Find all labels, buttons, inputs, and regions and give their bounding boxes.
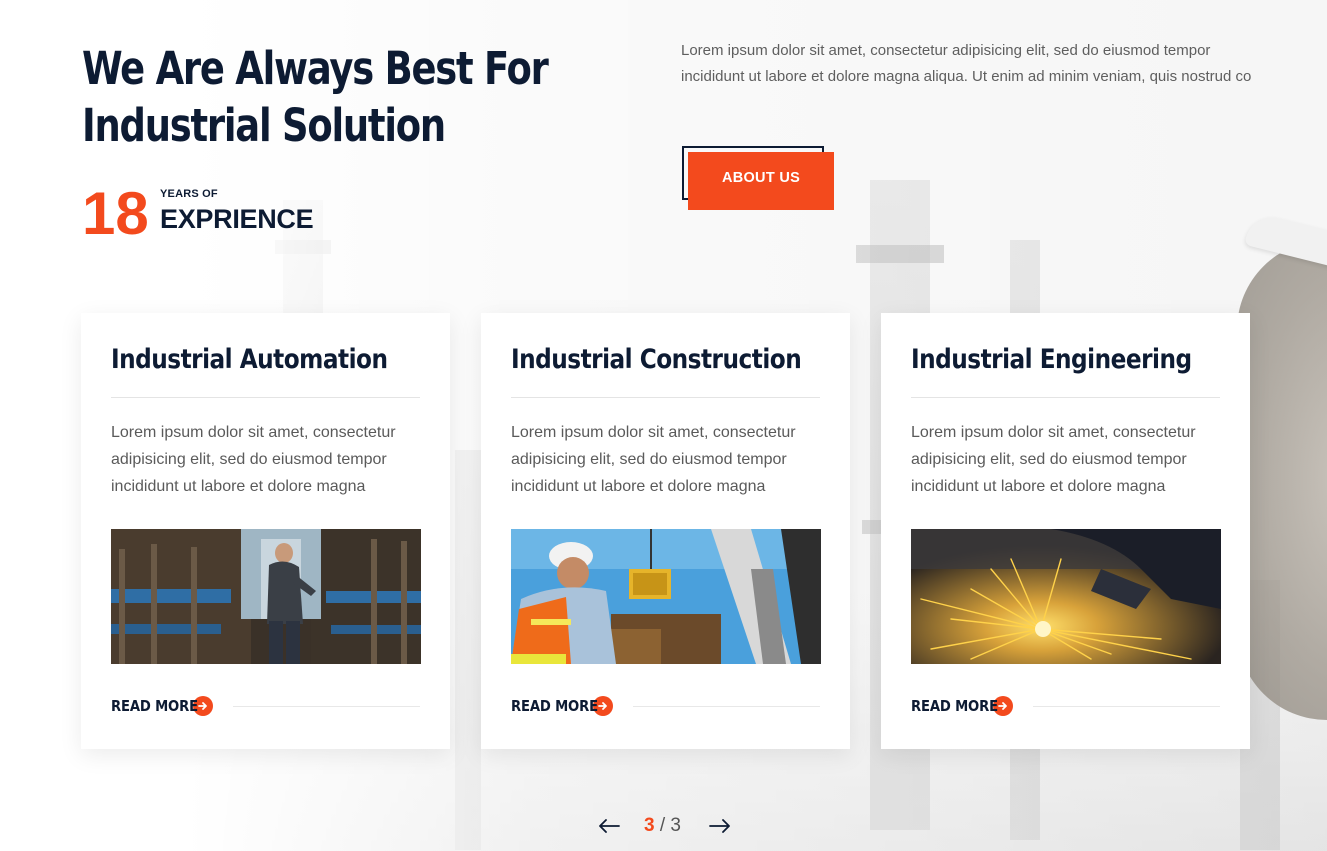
card-footer-line — [633, 705, 820, 707]
card-footer-line — [233, 705, 420, 707]
carousel-pager: 3 / 3 — [596, 812, 733, 840]
card-footer: READ MORE — [111, 695, 420, 717]
hero-title-line-2: Industrial Solution — [82, 99, 446, 152]
hero-title: We Are Always Best For Industrial Soluti… — [82, 40, 549, 154]
card-divider — [111, 397, 420, 398]
read-more-label: READ MORE — [911, 697, 998, 715]
intro-paragraph: Lorem ipsum dolor sit amet, consectetur … — [681, 42, 1252, 85]
service-card-engineering: Industrial Engineering Lorem ipsum dolor… — [881, 313, 1250, 749]
card-divider — [911, 397, 1220, 398]
card-title: Industrial Automation — [111, 344, 388, 375]
service-card-automation: Industrial Automation Lorem ipsum dolor … — [81, 313, 450, 749]
read-more-link[interactable]: READ MORE — [511, 696, 613, 716]
card-image-welding-sparks — [911, 529, 1221, 664]
arrow-right-icon[interactable] — [707, 813, 733, 839]
read-more-link[interactable]: READ MORE — [911, 696, 1013, 716]
read-more-link[interactable]: READ MORE — [111, 696, 213, 716]
experience-caption: YEARS OF — [160, 188, 218, 200]
card-title: Industrial Construction — [511, 344, 802, 375]
service-card-construction: Industrial Construction Lorem ipsum dolo… — [481, 313, 850, 749]
read-more-label: READ MORE — [511, 697, 598, 715]
card-footer: READ MORE — [511, 695, 820, 717]
hero-title-line-1: We Are Always Best For — [82, 42, 549, 95]
experience-label: EXPRIENCE — [160, 204, 314, 234]
card-description: Lorem ipsum dolor sit amet, consectetur … — [111, 424, 396, 495]
card-image-construction-worker — [511, 529, 821, 664]
pager-counter: 3 / 3 — [644, 815, 681, 837]
card-description: Lorem ipsum dolor sit amet, consectetur … — [511, 424, 796, 495]
pager-separator: / — [654, 815, 671, 836]
card-title: Industrial Engineering — [911, 344, 1192, 375]
card-image-factory-worker — [111, 529, 421, 664]
pager-total: 3 — [670, 815, 681, 836]
arrow-left-icon[interactable] — [596, 813, 622, 839]
about-us-button[interactable]: ABOUT US — [688, 152, 834, 210]
experience-number: 18 — [82, 180, 149, 247]
card-footer-line — [1033, 705, 1220, 707]
card-divider — [511, 397, 820, 398]
card-footer: READ MORE — [911, 695, 1220, 717]
pager-current: 3 — [644, 815, 655, 836]
about-us-button-wrap: ABOUT US — [682, 146, 834, 210]
card-description: Lorem ipsum dolor sit amet, consectetur … — [911, 424, 1196, 495]
read-more-label: READ MORE — [111, 697, 198, 715]
